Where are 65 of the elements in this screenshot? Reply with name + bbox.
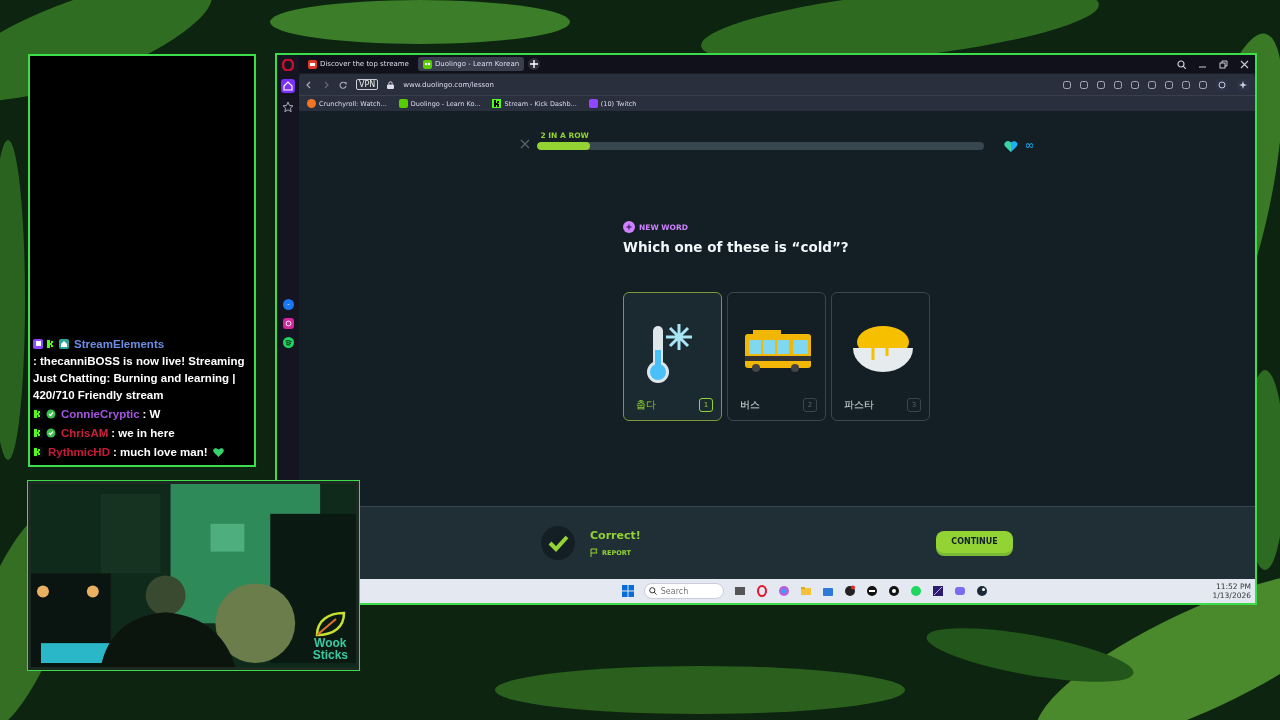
opera-icon[interactable]	[755, 585, 768, 597]
bookmark-favicon-icon	[307, 99, 316, 108]
chat-username: ChrisAM	[61, 427, 109, 439]
back-icon[interactable]	[305, 80, 313, 89]
chat-username: ConnieCryptic	[61, 408, 140, 420]
app-icon[interactable]	[865, 585, 878, 597]
logo-text: Wook	[314, 637, 347, 649]
kick-badge-icon	[33, 409, 43, 419]
verified-badge-icon	[46, 428, 56, 438]
answer-word: 춥다	[636, 398, 656, 412]
app-icon[interactable]	[887, 585, 900, 597]
tab-favicon-icon	[308, 59, 317, 69]
chat-text: : much love man!	[113, 446, 208, 458]
task-view-icon[interactable]	[733, 585, 746, 597]
checkmark-icon	[541, 526, 575, 560]
discord-icon[interactable]	[953, 585, 966, 597]
opera-logo-icon[interactable]	[282, 59, 294, 71]
infinity-hearts: ∞	[1024, 140, 1035, 150]
chat-text: : we in here	[111, 427, 175, 439]
flag-icon	[590, 548, 599, 557]
app-icon[interactable]	[931, 585, 944, 597]
kick-badge-icon	[46, 339, 56, 349]
chat-text: : thecanniBOSS is now live! Streaming Just Chatting: Burning and learning | 420/710 Friendly stream	[33, 354, 246, 403]
answer-word: 버스	[740, 398, 760, 412]
heart-icon	[1003, 140, 1018, 152]
twitch-badge-icon	[33, 339, 43, 349]
home-icon[interactable]	[281, 79, 295, 93]
copilot-icon[interactable]	[777, 585, 790, 597]
settings-icon[interactable]	[1216, 78, 1228, 91]
logo-text: Sticks	[312, 649, 348, 661]
windows-start-icon[interactable]	[621, 585, 634, 597]
chat-text: : W	[142, 408, 161, 420]
search-icon	[648, 587, 657, 595]
continue-button[interactable]: CONTINUE	[936, 530, 1013, 553]
chat-username: RythmicHD	[48, 446, 110, 458]
sparkle-badge-icon	[623, 221, 635, 233]
restore-icon[interactable]	[1219, 59, 1228, 69]
leaf-logo-icon	[314, 611, 347, 637]
vpn-badge[interactable]: VPN	[356, 79, 379, 90]
sparkle-icon[interactable]	[1237, 78, 1249, 91]
kick-badge-icon	[33, 428, 43, 438]
messenger-icon[interactable]	[282, 299, 294, 310]
question-text: Which one of these is “cold”?	[623, 239, 850, 255]
bookmark-favicon-icon	[492, 99, 502, 108]
reload-icon[interactable]	[339, 80, 347, 89]
new-tab-button[interactable]	[528, 58, 541, 70]
bookmark-favicon-icon	[398, 99, 408, 108]
instagram-icon[interactable]	[282, 318, 294, 329]
bookmark-favicon-icon	[588, 99, 598, 108]
app-icon[interactable]	[843, 585, 856, 597]
spotify-icon[interactable]	[282, 337, 294, 348]
search-field[interactable]: Search	[643, 583, 724, 599]
tab-favicon-icon	[422, 59, 432, 69]
lock-icon	[387, 80, 395, 89]
house-badge-icon	[59, 339, 69, 349]
search-icon[interactable]	[1177, 59, 1186, 69]
store-icon[interactable]	[821, 585, 834, 597]
star-icon[interactable]	[282, 101, 294, 113]
verified-badge-icon	[46, 409, 56, 419]
answer-word: 파스타	[844, 398, 874, 412]
steam-icon[interactable]	[975, 585, 988, 597]
correct-title: Correct!	[590, 529, 641, 542]
kick-badge-icon	[33, 447, 43, 457]
plus-icon	[530, 60, 539, 68]
chat-username: StreamElements	[74, 338, 165, 350]
